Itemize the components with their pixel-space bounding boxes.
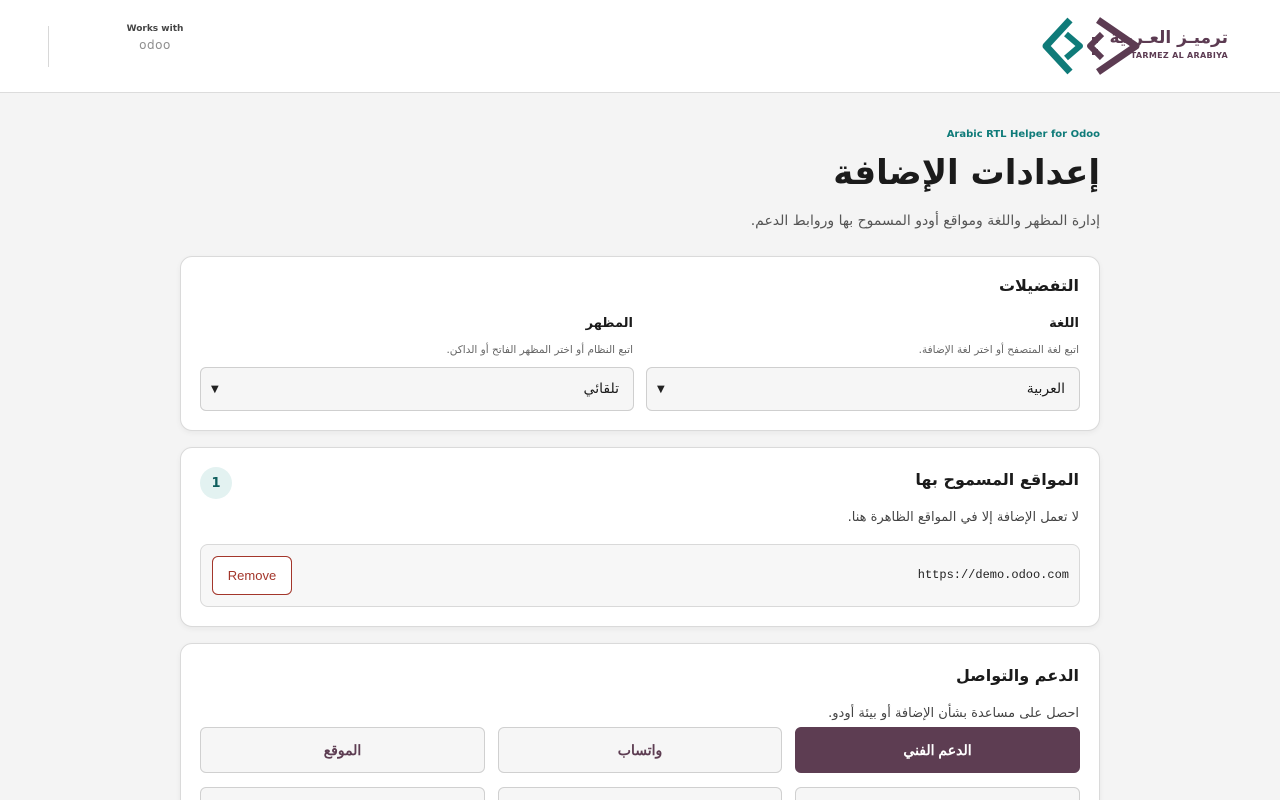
language-select-value: العربية <box>1026 381 1065 397</box>
language-select[interactable]: العربية ▼ <box>646 367 1080 411</box>
whatsapp-button[interactable]: واتساب <box>498 727 782 773</box>
works-with-label: Works with <box>126 24 184 34</box>
theme-label: المظهر <box>585 316 633 331</box>
header-divider <box>48 26 49 67</box>
brand-name-english: TARMEZ AL ARABIYA <box>1130 51 1228 60</box>
website-button[interactable]: الموقع <box>200 727 485 773</box>
sites-count-badge: 1 <box>200 467 232 499</box>
tech-support-button[interactable]: الدعم الفني <box>795 727 1080 773</box>
theme-select[interactable]: تلقائي ▼ <box>200 367 634 411</box>
brand-name-arabic: ترميـز العـربية <box>1109 28 1228 48</box>
page-subtitle: إدارة المظهر واللغة ومواقع أودو المسموح … <box>750 213 1100 229</box>
page-eyebrow: Arabic RTL Helper for Odoo <box>946 129 1100 140</box>
site-row: https://demo.odoo.com Remove <box>200 544 1080 607</box>
theme-select-value: تلقائي <box>583 381 619 397</box>
support-description: احصل على مساعدة بشأن الإضافة أو بيئة أود… <box>828 706 1079 721</box>
support-button-row2[interactable] <box>498 787 782 800</box>
language-label: اللغة <box>1049 316 1079 331</box>
brand-logo: ترميـز العـربية TARMEZ AL ARABIYA <box>1040 14 1240 78</box>
site-url: https://demo.odoo.com <box>917 568 1069 582</box>
chevron-down-icon: ▼ <box>657 383 665 395</box>
support-button-row2[interactable] <box>795 787 1080 800</box>
chevron-down-icon: ▼ <box>211 383 219 395</box>
support-button-row2[interactable] <box>200 787 485 800</box>
support-title: الدعم والتواصل <box>955 666 1079 685</box>
allowed-sites-card: المواقع المسموح بها 1 لا تعمل الإضافة إل… <box>180 447 1100 627</box>
allowed-sites-title: المواقع المسموح بها <box>915 470 1079 489</box>
language-help: اتبع لغة المتصفح أو اختر لغة الإضافة. <box>918 344 1079 356</box>
works-with-odoo: Works with odoo <box>118 24 192 52</box>
preferences-card: التفضيلات اللغة اتبع لغة المتصفح أو اختر… <box>180 256 1100 431</box>
preferences-title: التفضيلات <box>998 276 1079 295</box>
allowed-sites-description: لا تعمل الإضافة إلا في المواقع الظاهرة ه… <box>847 510 1079 525</box>
remove-site-button[interactable]: Remove <box>212 556 292 595</box>
top-bar: Works with odoo ترميـز العـربية TARMEZ A… <box>0 0 1280 93</box>
support-card: الدعم والتواصل احصل على مساعدة بشأن الإض… <box>180 643 1100 800</box>
theme-help: اتبع النظام أو اختر المظهر الفاتح أو الد… <box>446 344 633 356</box>
page-title: إعدادات الإضافة <box>833 153 1100 193</box>
odoo-logo: odoo <box>139 38 171 52</box>
